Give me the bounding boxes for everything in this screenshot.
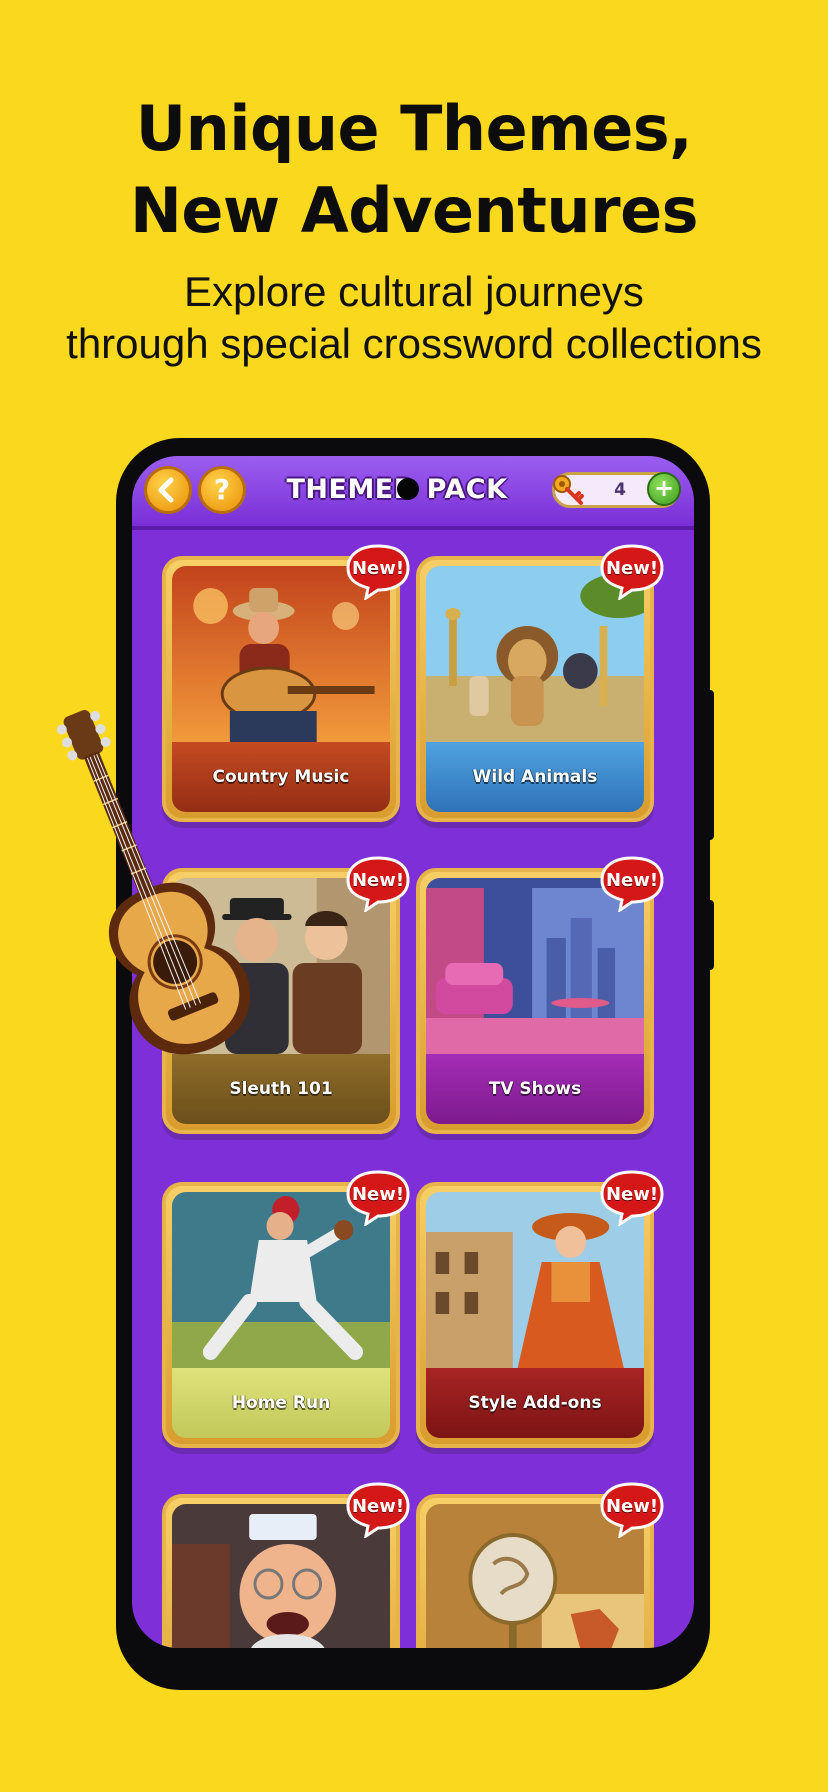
- subline-line-2: through special crossword collections: [66, 320, 762, 367]
- pack-label-band: TV Shows: [426, 1054, 644, 1124]
- new-badge-label: New!: [605, 558, 659, 579]
- new-badge-label: New!: [605, 870, 659, 891]
- card-inner: TV Shows: [426, 878, 644, 1124]
- subline-line-1: Explore cultural journeys: [184, 268, 644, 315]
- promo-headline: Unique Themes, New Adventures: [0, 88, 828, 252]
- new-badge: New!: [346, 854, 410, 914]
- pack-label-band: Home Run: [172, 1368, 390, 1438]
- card-inner: Style Add-ons: [426, 1192, 644, 1438]
- new-badge: New!: [600, 854, 664, 914]
- pack-label: Sleuth 101: [229, 1079, 333, 1099]
- pack-card-style-add-ons[interactable]: Style Add-ons New!: [416, 1170, 664, 1448]
- pack-card-tv-shows[interactable]: TV Shows New!: [416, 856, 664, 1134]
- phone-volume-button: [706, 900, 714, 970]
- new-badge: New!: [600, 1480, 664, 1540]
- new-badge: New!: [346, 542, 410, 602]
- pack-label-band: Style Add-ons: [426, 1368, 644, 1438]
- card-inner: Wild Animals: [426, 566, 644, 812]
- pack-card-wild-animals[interactable]: Wild Animals New!: [416, 544, 664, 822]
- headline-line-2: New Adventures: [129, 174, 699, 247]
- new-badge-label: New!: [351, 870, 405, 891]
- new-badge-label: New!: [351, 558, 405, 579]
- pack-label: Home Run: [231, 1393, 331, 1413]
- pack-card-partial-left[interactable]: New!: [162, 1482, 410, 1648]
- new-badge: New!: [346, 1480, 410, 1540]
- promo-subline: Explore cultural journeys through specia…: [0, 266, 828, 370]
- pack-label-band: Wild Animals: [426, 742, 644, 812]
- new-badge-label: New!: [605, 1496, 659, 1517]
- new-badge: New!: [600, 1168, 664, 1228]
- new-badge-label: New!: [605, 1184, 659, 1205]
- new-badge: New!: [346, 1168, 410, 1228]
- pack-card-home-run[interactable]: Home Run New!: [162, 1170, 410, 1448]
- pack-label: TV Shows: [488, 1079, 582, 1099]
- pack-label: Style Add-ons: [468, 1393, 602, 1413]
- card-inner: Home Run: [172, 1192, 390, 1438]
- new-badge: New!: [600, 542, 664, 602]
- headline-line-1: Unique Themes,: [135, 92, 693, 165]
- phone-side-button: [706, 690, 714, 840]
- guitar-icon: [56, 710, 250, 1055]
- pack-label: Wild Animals: [472, 767, 598, 787]
- new-badge-label: New!: [351, 1496, 405, 1517]
- pack-card-partial-right[interactable]: New!: [416, 1482, 664, 1648]
- new-badge-label: New!: [351, 1184, 405, 1205]
